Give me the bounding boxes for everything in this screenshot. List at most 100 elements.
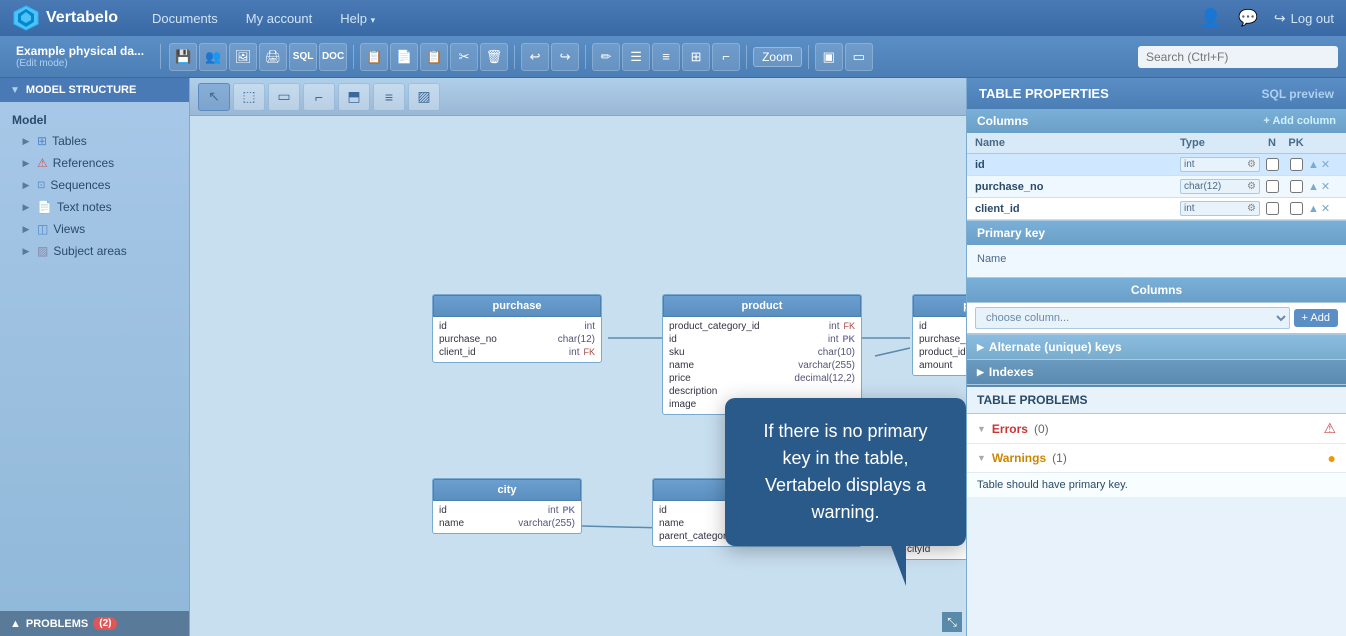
sidebar-item-subject-areas[interactable]: ▶ ▨ Subject areas — [4, 240, 185, 262]
purchase-table[interactable]: purchase idint purchase_nochar(12) clien… — [432, 294, 602, 363]
column-select[interactable]: choose column... — [975, 307, 1290, 329]
align-left-button[interactable]: ☰ — [622, 43, 650, 71]
columns-section-header[interactable]: Columns + Add column — [967, 109, 1346, 133]
col-pk-checkbox-id[interactable] — [1284, 158, 1308, 171]
column-type-purchase-no[interactable]: char(12) ⚙ — [1180, 179, 1260, 194]
col-move-up-client-id[interactable]: ▲ — [1308, 203, 1319, 215]
purchase-item-table[interactable]: purchase_item idintPK purchase_idintFK p… — [912, 294, 966, 376]
col-delete-client-id[interactable]: ✕ — [1321, 202, 1330, 215]
columns-label: Columns — [977, 114, 1028, 128]
copy-button[interactable]: 📄 — [390, 43, 418, 71]
city-table[interactable]: city idintPK namevarchar(255) — [432, 478, 582, 534]
sidebar-item-sequences[interactable]: ▶ ⊡ Sequences — [4, 174, 185, 196]
sql-preview-button[interactable]: SQL preview — [1262, 87, 1334, 101]
view-mode-2-button[interactable]: ▭ — [845, 43, 873, 71]
right-panel-header: TABLE PROPERTIES SQL preview — [967, 78, 1346, 109]
edit-button[interactable]: ✏ — [592, 43, 620, 71]
city-table-header: city — [433, 479, 581, 501]
product-table-header: product — [663, 295, 861, 317]
corner-button[interactable]: ⌐ — [712, 43, 740, 71]
primary-key-header[interactable]: Primary key — [967, 221, 1346, 245]
logo[interactable]: Vertabelo — [12, 4, 118, 32]
hatch-tool-button[interactable]: ▨ — [408, 83, 440, 111]
col-move-up-purchase-no[interactable]: ▲ — [1308, 181, 1319, 193]
share-button[interactable]: 👥 — [199, 43, 227, 71]
cut-button[interactable]: ✂ — [450, 43, 478, 71]
relation-tool-button[interactable]: ⌐ — [303, 83, 335, 111]
product-table[interactable]: product product_category_idintFK idintPK… — [662, 294, 862, 415]
alternate-keys-section[interactable]: ▶ Alternate (unique) keys — [967, 335, 1346, 360]
tables-label: Tables — [52, 134, 87, 148]
doc-button[interactable]: DOC — [319, 43, 347, 71]
col-header-actions — [1308, 137, 1338, 149]
col-type-gear[interactable]: ⚙ — [1247, 159, 1256, 170]
sidebar-item-views[interactable]: ▶ ◫ Views — [4, 218, 185, 240]
add-table-button[interactable]: 📋 — [360, 43, 388, 71]
nav-corner-button[interactable]: ⤡ — [942, 612, 962, 632]
logout-button[interactable]: ↪ Log out — [1274, 10, 1334, 27]
problems-panel[interactable]: ▲ PROBLEMS (2) — [0, 611, 189, 636]
expand-tables[interactable]: ▶ — [20, 135, 32, 147]
table-problems-panel: TABLE PROBLEMS ▼ Errors (0) ⚠ ▼ Warnings… — [967, 385, 1346, 497]
col-move-up-id[interactable]: ▲ — [1308, 159, 1319, 171]
column-row-purchase-no[interactable]: purchase_no char(12) ⚙ ▲ ✕ — [967, 176, 1346, 198]
col-delete-purchase-no[interactable]: ✕ — [1321, 180, 1330, 193]
image-button[interactable]: 🖼 — [229, 43, 257, 71]
column-row-client-id[interactable]: client_id int ⚙ ▲ ✕ — [967, 198, 1346, 220]
expand-views[interactable]: ▶ — [20, 223, 32, 235]
column-type-client-id[interactable]: int ⚙ — [1180, 201, 1260, 216]
errors-expand-arrow: ▼ — [977, 424, 986, 434]
errors-row[interactable]: ▼ Errors (0) ⚠ — [967, 414, 1346, 444]
grid-button[interactable]: ⊞ — [682, 43, 710, 71]
view-mode-1-button[interactable]: ▣ — [815, 43, 843, 71]
sidebar-collapse-arrow[interactable]: ▼ — [10, 85, 20, 96]
errors-label: Errors — [992, 422, 1028, 436]
nav-help[interactable]: Help ▾ — [336, 11, 379, 26]
expand-sequences[interactable]: ▶ — [20, 179, 32, 191]
col-n-checkbox-purchase-no[interactable] — [1260, 180, 1284, 193]
help-dropdown-arrow: ▾ — [371, 15, 376, 25]
paste-button[interactable]: 📋 — [420, 43, 448, 71]
column-type-id[interactable]: int ⚙ — [1180, 157, 1260, 172]
col-n-checkbox-client-id[interactable] — [1260, 202, 1284, 215]
col-pk-checkbox-purchase-no[interactable] — [1284, 180, 1308, 193]
note-tool-button[interactable]: ≡ — [373, 83, 405, 111]
column-row-id[interactable]: id int ⚙ ▲ ✕ — [967, 154, 1346, 176]
col-delete-id[interactable]: ✕ — [1321, 158, 1330, 171]
textnotes-icon: 📄 — [37, 200, 52, 214]
undo-button[interactable]: ↩ — [521, 43, 549, 71]
expand-references[interactable]: ▶ — [20, 157, 32, 169]
indexes-section[interactable]: ▶ Indexes — [967, 360, 1346, 385]
canvas[interactable]: purchase idint purchase_nochar(12) clien… — [190, 116, 966, 636]
sidebar-item-references[interactable]: ▶ ⚠ References — [4, 152, 185, 174]
delete-button[interactable]: 🗑 — [480, 43, 508, 71]
sidebar-item-tables[interactable]: ▶ ⊞ Tables — [4, 130, 185, 152]
col-type-gear-purchase-no[interactable]: ⚙ — [1247, 181, 1256, 192]
expand-textnotes[interactable]: ▶ — [20, 201, 32, 213]
table-tool-button[interactable]: ▭ — [268, 83, 300, 111]
messages-icon[interactable]: 💬 — [1238, 8, 1258, 28]
search-input[interactable] — [1138, 46, 1338, 68]
col-n-checkbox-id[interactable] — [1260, 158, 1284, 171]
zoom-control[interactable]: Zoom — [753, 47, 802, 67]
col-type-gear-client-id[interactable]: ⚙ — [1247, 203, 1256, 214]
sql-button[interactable]: SQL — [289, 43, 317, 71]
print-button[interactable]: 🖨 — [259, 43, 287, 71]
select-area-button[interactable]: ⬚ — [233, 83, 265, 111]
warnings-row[interactable]: ▼ Warnings (1) ● — [967, 444, 1346, 473]
expand-subject-areas[interactable]: ▶ — [20, 245, 32, 257]
doc-subtitle: (Edit mode) — [8, 58, 152, 69]
user-icon[interactable]: 👤 — [1200, 8, 1222, 29]
sidebar-item-textnotes[interactable]: ▶ 📄 Text notes — [4, 196, 185, 218]
nav-my-account[interactable]: My account — [242, 11, 316, 26]
select-tool-button[interactable]: ↖ — [198, 83, 230, 111]
merge-tool-button[interactable]: ⬒ — [338, 83, 370, 111]
col-pk-checkbox-client-id[interactable] — [1284, 202, 1308, 215]
right-panel-scroll[interactable]: Columns + Add column Name Type N PK id i… — [967, 109, 1346, 636]
pk-add-button[interactable]: + Add — [1294, 309, 1338, 327]
align-center-button[interactable]: ≡ — [652, 43, 680, 71]
redo-button[interactable]: ↪ — [551, 43, 579, 71]
add-column-button[interactable]: + Add column — [1263, 115, 1336, 127]
save-button[interactable]: 💾 — [169, 43, 197, 71]
nav-documents[interactable]: Documents — [148, 11, 222, 26]
